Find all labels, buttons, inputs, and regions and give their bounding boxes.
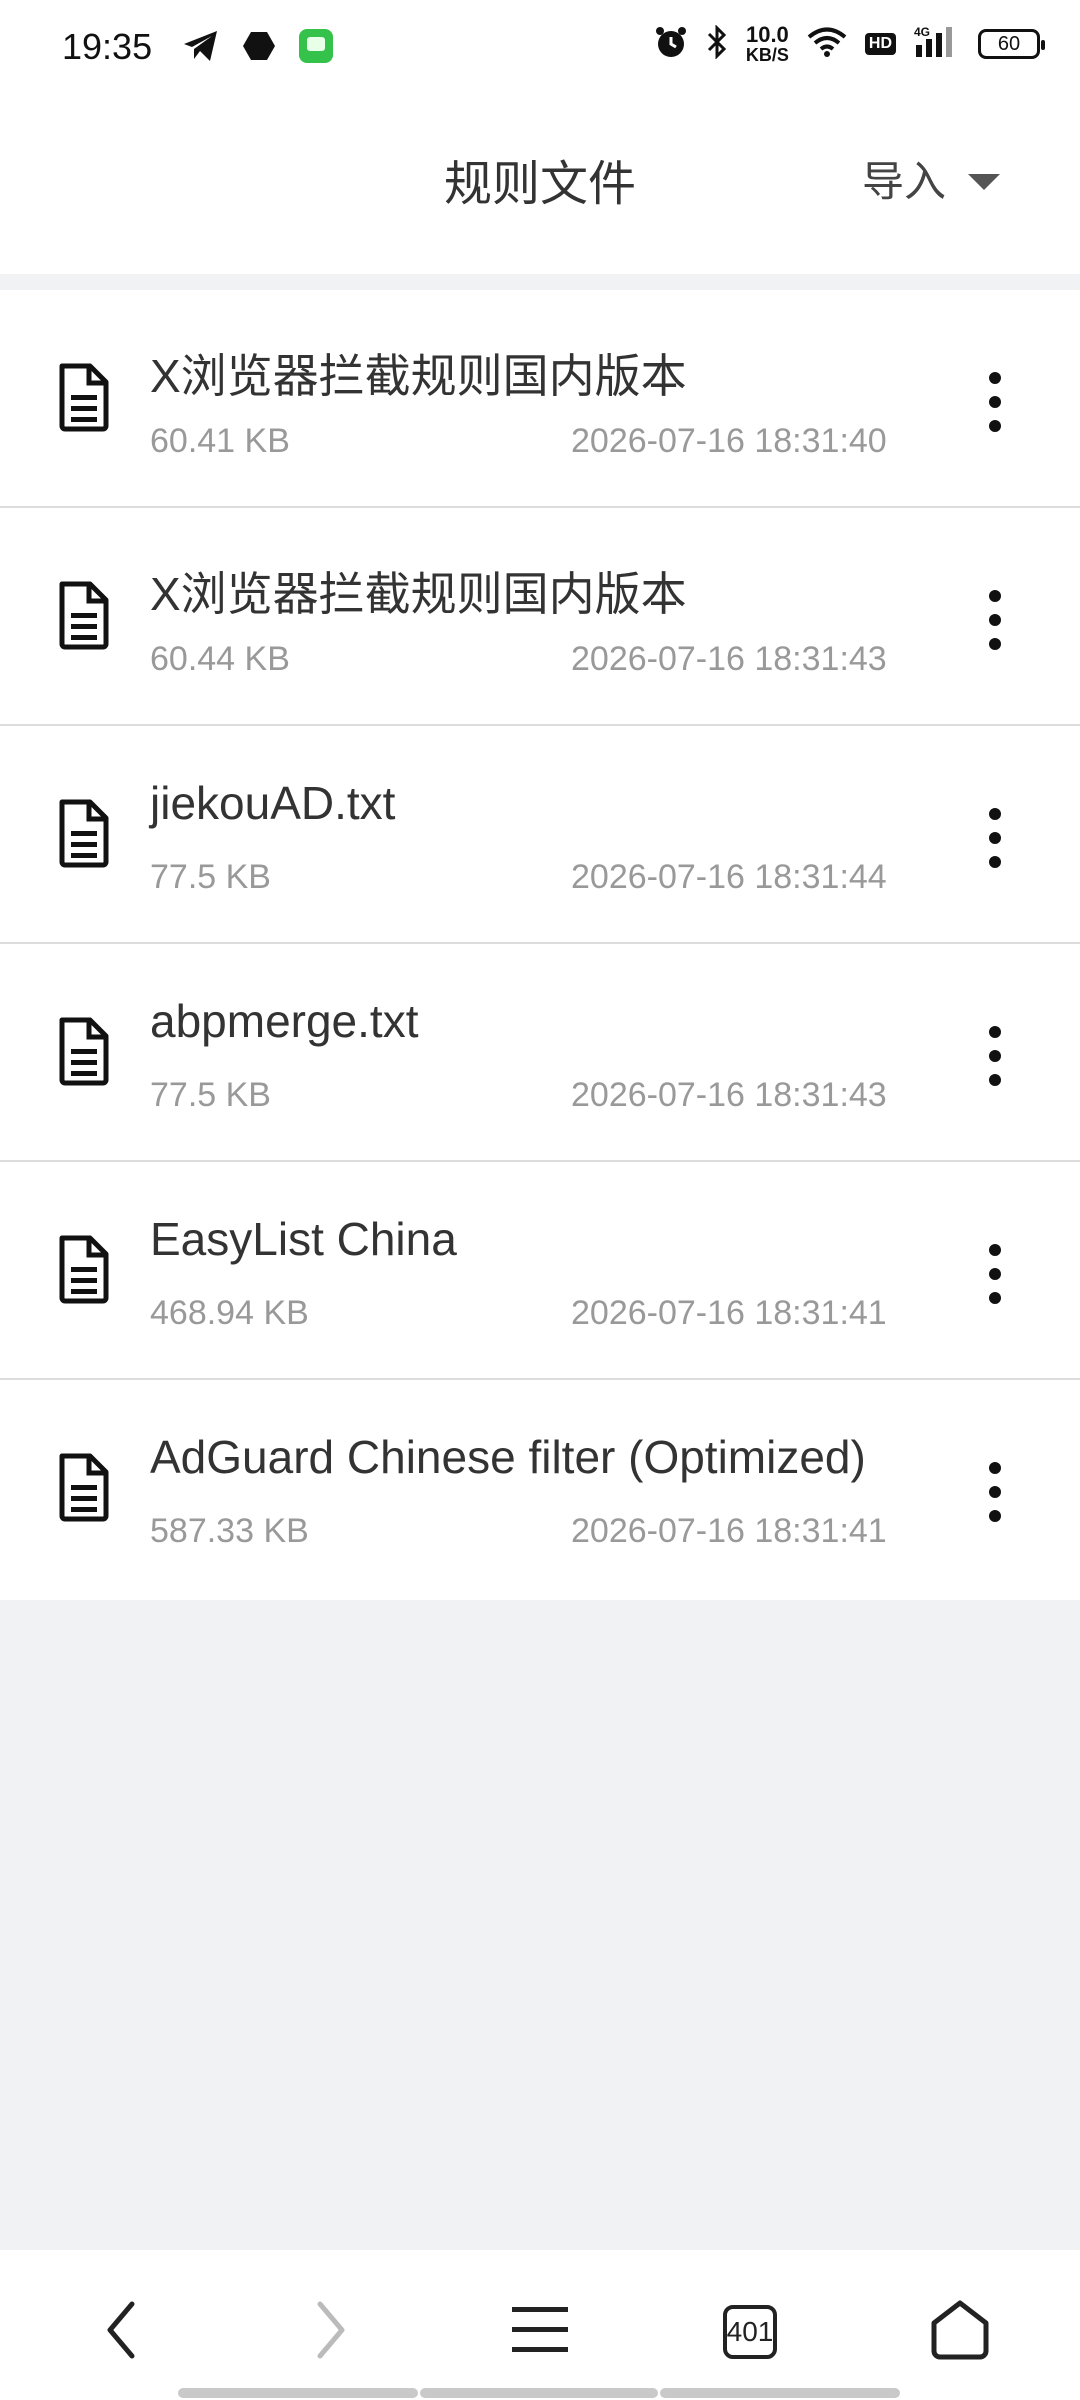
list-item[interactable]: X浏览器拦截规则国内版本 60.41 KB 2026-07-16 18:31:4… <box>0 290 1080 508</box>
file-name: EasyList China <box>150 1213 457 1265</box>
app-header: 规则文件 导入 <box>0 96 1080 274</box>
caret-down-icon <box>968 173 1000 190</box>
cellular-signal-icon: 4G <box>914 25 960 64</box>
svg-text:4G: 4G <box>914 25 930 39</box>
more-vertical-icon[interactable] <box>970 788 1020 888</box>
gesture-bar-left <box>178 2388 418 2398</box>
tabs-icon: 401 <box>723 2305 777 2359</box>
file-date: 2026-07-16 18:31:43 <box>571 640 887 678</box>
list-item[interactable]: jiekouAD.txt 77.5 KB 2026-07-16 18:31:44 <box>0 726 1080 944</box>
more-vertical-icon[interactable] <box>970 570 1020 670</box>
rule-file-list: X浏览器拦截规则国内版本 60.41 KB 2026-07-16 18:31:4… <box>0 290 1080 1600</box>
status-time: 19:35 <box>62 26 153 67</box>
file-text-icon <box>56 362 112 432</box>
messages-app-icon <box>298 28 334 69</box>
bottom-nav-bar: 401 <box>0 2250 1080 2400</box>
gesture-bar-center <box>420 2388 658 2398</box>
network-speed: 10.0 KB/S <box>745 22 789 65</box>
file-name: AdGuard Chinese filter (Optimized) <box>150 1431 866 1483</box>
status-bar: 19:35 10.0 KB/S HD 4G 60 <box>0 0 1080 96</box>
more-vertical-icon[interactable] <box>970 1006 1020 1106</box>
file-size: 60.41 KB <box>150 422 290 460</box>
back-button[interactable] <box>82 2292 162 2372</box>
bluetooth-icon <box>706 23 728 64</box>
list-item[interactable]: X浏览器拦截规则国内版本 60.44 KB 2026-07-16 18:31:4… <box>0 508 1080 726</box>
file-name: jiekouAD.txt <box>150 777 396 829</box>
chevron-right-icon <box>310 2300 350 2365</box>
file-size: 77.5 KB <box>150 858 271 896</box>
file-name: X浏览器拦截规则国内版本 <box>150 568 687 620</box>
hd-badge: HD <box>864 33 896 55</box>
file-text-icon <box>56 1016 112 1086</box>
home-icon <box>928 2299 992 2366</box>
home-button[interactable] <box>920 2292 1000 2372</box>
file-date: 2026-07-16 18:31:43 <box>571 1076 887 1114</box>
tabs-button[interactable]: 401 <box>710 2292 790 2372</box>
battery-indicator: 60 <box>978 29 1045 59</box>
file-name: abpmerge.txt <box>150 995 419 1047</box>
telegram-icon <box>182 29 220 68</box>
more-vertical-icon[interactable] <box>970 1224 1020 1324</box>
more-vertical-icon[interactable] <box>970 1442 1020 1542</box>
hexagon-app-icon <box>242 31 276 66</box>
alarm-icon <box>654 25 688 64</box>
file-size: 60.44 KB <box>150 640 290 678</box>
list-item[interactable]: abpmerge.txt 77.5 KB 2026-07-16 18:31:43 <box>0 944 1080 1162</box>
file-date: 2026-07-16 18:31:41 <box>571 1294 887 1332</box>
list-item[interactable]: AdGuard Chinese filter (Optimized) 587.3… <box>0 1380 1080 1600</box>
menu-button[interactable] <box>500 2292 580 2372</box>
more-vertical-icon[interactable] <box>970 352 1020 452</box>
chevron-left-icon <box>102 2300 142 2365</box>
file-text-icon <box>56 1234 112 1304</box>
import-label: 导入 <box>861 158 946 205</box>
file-size: 77.5 KB <box>150 1076 271 1114</box>
file-size: 468.94 KB <box>150 1294 309 1332</box>
file-name: X浏览器拦截规则国内版本 <box>150 350 687 402</box>
menu-icon <box>510 2303 570 2362</box>
file-size: 587.33 KB <box>150 1512 309 1550</box>
wifi-icon <box>807 26 847 63</box>
import-dropdown[interactable]: 导入 <box>862 148 1000 209</box>
file-text-icon <box>56 1452 112 1522</box>
file-date: 2026-07-16 18:31:41 <box>571 1512 887 1550</box>
file-date: 2026-07-16 18:31:40 <box>571 422 887 460</box>
file-date: 2026-07-16 18:31:44 <box>571 858 887 896</box>
list-item[interactable]: EasyList China 468.94 KB 2026-07-16 18:3… <box>0 1162 1080 1380</box>
forward-button[interactable] <box>290 2292 370 2372</box>
file-text-icon <box>56 580 112 650</box>
gesture-bar-right <box>660 2388 900 2398</box>
file-text-icon <box>56 798 112 868</box>
